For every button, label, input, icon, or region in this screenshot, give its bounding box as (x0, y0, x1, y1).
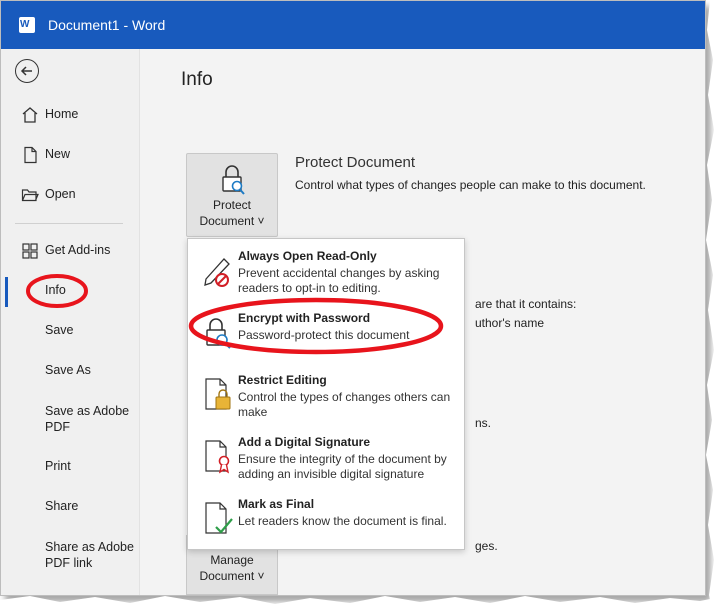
protect-tile-label: Document ˅ (199, 214, 265, 228)
menu-item-title: Always Open Read-Only (238, 249, 377, 263)
sidebar-item-new[interactable]: New (1, 137, 140, 173)
sidebar-item-label: Open (45, 187, 76, 201)
sidebar-item-label: Share (45, 499, 79, 513)
sidebar-item-label: Save (45, 323, 74, 337)
sidebar-item-save-as-adobe-pdf[interactable]: Save as Adobe PDF (1, 399, 140, 439)
menu-item-title: Restrict Editing (238, 373, 327, 387)
document-ribbon-icon (205, 440, 230, 474)
sidebar-item-label: Home (45, 107, 79, 121)
author-text-fragment: uthor's name (475, 316, 544, 330)
protect-document-menu: Always Open Read-Only Prevent accidental… (187, 238, 465, 550)
backstage-sidebar: Home New Open Get Add-ins Info Save Save… (1, 49, 140, 595)
folder-open-icon (21, 189, 39, 202)
word-logo-icon: W (19, 17, 35, 33)
add-ins-grid-icon (22, 243, 38, 259)
sidebar-separator (15, 223, 123, 224)
manage-tile-label: Document ˅ (199, 569, 265, 583)
menu-item-add-digital-signature[interactable]: Add a Digital Signature Ensure the integ… (188, 425, 464, 487)
sidebar-item-label: New (45, 147, 71, 161)
protect-tile-label: Protect (212, 198, 251, 212)
sidebar-item-open[interactable]: Open (1, 177, 140, 213)
sidebar-item-get-add-ins[interactable]: Get Add-ins (1, 233, 140, 269)
sidebar-item-save-as[interactable]: Save As (1, 353, 140, 389)
menu-item-title: Mark as Final (238, 497, 315, 511)
sidebar-item-share[interactable]: Share (1, 489, 140, 525)
window-title: Document1 - Word (48, 17, 166, 33)
new-document-icon (24, 146, 37, 164)
protect-document-button[interactable]: Protect Document ˅ (186, 153, 278, 237)
menu-item-description: Ensure the integrity of the document by … (238, 452, 447, 481)
lock-search-icon (206, 318, 231, 349)
menu-item-mark-as-final[interactable]: Mark as Final Let readers know the docum… (188, 487, 464, 549)
menu-item-description: Let readers know the document is final. (238, 514, 447, 528)
sidebar-item-label: Save as Adobe PDF (45, 404, 130, 434)
sidebar-item-save[interactable]: Save (1, 313, 140, 349)
home-icon (22, 107, 38, 123)
menu-item-title: Encrypt with Password (238, 311, 371, 325)
sidebar-item-label: Info (45, 283, 66, 297)
sidebar-item-label: Get Add-ins (45, 243, 111, 257)
menu-item-always-open-read-only[interactable]: Always Open Read-Only Prevent accidental… (188, 239, 464, 301)
word-backstage-window: W Document1 - Word Home New Open Get Add… (0, 0, 706, 596)
sidebar-item-home[interactable]: Home (1, 97, 140, 133)
document-check-icon (205, 502, 233, 534)
back-arrow-icon[interactable] (15, 59, 39, 83)
menu-item-description: Control the types of changes others can … (238, 390, 451, 419)
title-bar: W Document1 - Word (1, 1, 705, 49)
sidebar-item-label: Share as Adobe PDF link (45, 540, 134, 570)
menu-item-restrict-editing[interactable]: Restrict Editing Control the types of ch… (188, 363, 464, 425)
sidebar-item-print[interactable]: Print (1, 449, 140, 485)
document-lock-icon (205, 378, 231, 410)
pencil-no-icon (204, 258, 230, 287)
protect-document-heading: Protect Document (295, 154, 416, 171)
versions-text-fragment: ns. (475, 416, 492, 430)
sidebar-item-share-adobe-pdf-link[interactable]: Share as Adobe PDF link (1, 535, 140, 575)
menu-item-encrypt-with-password[interactable]: Encrypt with Password Password-protect t… (188, 301, 464, 363)
torn-edge-right (702, 0, 720, 610)
menu-item-description: Prevent accidental changes by asking rea… (238, 266, 440, 295)
inspect-text-fragment: are that it contains: (475, 297, 577, 311)
torn-edge-bottom (0, 596, 720, 610)
sidebar-item-info[interactable]: Info (1, 273, 140, 309)
changes-text-fragment: ges. (475, 539, 498, 553)
page-title: Info (181, 69, 213, 90)
lock-search-icon (222, 165, 245, 195)
menu-item-title: Add a Digital Signature (238, 435, 371, 449)
manage-tile-label: Manage (210, 553, 254, 567)
sidebar-item-label: Save As (45, 363, 91, 377)
sidebar-item-label: Print (45, 459, 71, 473)
protect-document-description: Control what types of changes people can… (295, 178, 646, 192)
menu-item-description: Password-protect this document (238, 328, 410, 342)
